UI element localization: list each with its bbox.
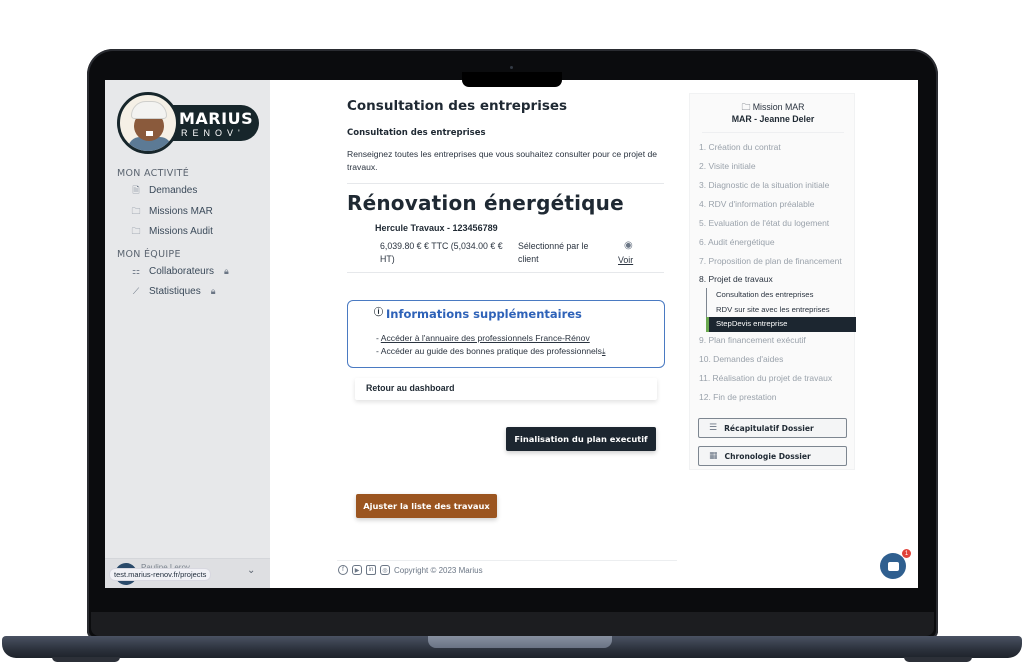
info-title-text: Informations supplémentaires xyxy=(386,307,582,321)
sidebar-item-label: Collaborateurs xyxy=(149,266,215,277)
instagram-icon[interactable]: ◎ xyxy=(380,565,390,575)
info-box: ⓘ Informations supplémentaires - Accéder… xyxy=(347,300,665,368)
back-to-dashboard-button[interactable]: Retour au dashboard xyxy=(355,378,657,400)
camera-icon xyxy=(510,66,513,69)
step-item[interactable]: 7. Proposition de plan de financement xyxy=(699,256,842,266)
sidebar-item-demandes[interactable]: 🗎 Demandes xyxy=(131,184,198,197)
page-title: Consultation des entreprises xyxy=(347,98,568,114)
step-item[interactable]: 6. Audit énergétique xyxy=(699,237,775,247)
summary-button-label: Récapitulatif Dossier xyxy=(724,423,814,433)
section-title: Rénovation énergétique xyxy=(347,191,624,215)
app-screen: MARIUS RENOV' MON ACTIVITÉ 🗎 Demandes 🗀 … xyxy=(105,80,918,588)
sidebar-item-label: Missions Audit xyxy=(149,226,213,237)
step-item[interactable]: 3. Diagnostic de la situation initiale xyxy=(699,180,829,190)
download-icon[interactable]: ⤓ xyxy=(602,347,606,356)
company-name: Hercule Travaux - 123456789 xyxy=(375,223,498,233)
step-item[interactable]: 12. Fin de prestation xyxy=(699,392,777,402)
page-subtitle: Consultation des entreprises xyxy=(347,128,486,138)
footer: f ▶ in ◎ Copyright © 2023 Marius xyxy=(338,565,483,575)
divider xyxy=(347,272,664,273)
footer-divider xyxy=(337,560,677,561)
page-description: Renseignez toutes les entreprises que vo… xyxy=(347,149,658,172)
annuaire-link[interactable]: Accéder à l'annuaire des professionnels … xyxy=(381,333,590,343)
chat-icon xyxy=(887,561,899,571)
substep-item[interactable]: RDV sur site avec les entreprises xyxy=(707,303,856,318)
team-icon: ⚏ xyxy=(131,266,141,276)
step-item[interactable]: 5. Evaluation de l'état du logement xyxy=(699,218,829,228)
notification-badge: 1 xyxy=(902,549,911,558)
timeline-button-label: Chronologie Dossier xyxy=(724,451,811,461)
mascot-helmet xyxy=(131,101,167,119)
info-title: ⓘ Informations supplémentaires xyxy=(374,307,582,321)
view-quote-link[interactable]: Voir xyxy=(618,255,633,265)
step-item[interactable]: 10. Demandes d'aides xyxy=(699,354,783,364)
folder-icon: 🗀 xyxy=(131,225,141,236)
info-line[interactable]: - Accéder au guide des bonnes pratique d… xyxy=(376,346,606,357)
step-item[interactable]: 4. RDV d'information préalable xyxy=(699,199,815,209)
folder-icon: 🗀 xyxy=(131,205,141,216)
info-line: - Accéder à l'annuaire des professionnel… xyxy=(376,333,590,343)
mission-progress-panel: 🗀 Mission MAR MAR - Jeanne Deler 1. Créa… xyxy=(689,93,856,470)
laptop-hinge xyxy=(428,636,612,648)
laptop-bezel xyxy=(91,612,934,636)
substep-item[interactable]: Consultation des entreprises xyxy=(707,288,856,303)
eye-icon[interactable]: ◉ xyxy=(624,240,633,251)
panel-subheader: MAR - Jeanne Deler xyxy=(731,114,815,124)
mascot-teeth xyxy=(146,131,153,136)
beaver-mascot-icon xyxy=(117,92,179,154)
main-content: Consultation des entreprises Consultatio… xyxy=(337,80,677,588)
sidebar: MARIUS RENOV' MON ACTIVITÉ 🗎 Demandes 🗀 … xyxy=(105,80,270,588)
step-item[interactable]: 2. Visite initiale xyxy=(699,161,756,171)
step-item[interactable]: 11. Réalisation du projet de travaux xyxy=(699,373,832,383)
panel-header-text: Mission MAR xyxy=(752,102,805,112)
adjust-works-button[interactable]: Ajuster la liste des travaux xyxy=(356,494,497,518)
divider xyxy=(347,183,664,184)
substep-list: Consultation des entreprises RDV sur sit… xyxy=(706,288,856,332)
quote-price: 6,039.80 € € TTC (5,034.00 € € HT) xyxy=(380,241,503,264)
timeline-button[interactable]: ▦ Chronologie Dossier xyxy=(698,446,847,466)
folder-icon: 🗀 xyxy=(741,102,753,112)
finalize-plan-button[interactable]: Finalisation du plan executif xyxy=(506,427,656,451)
quote-status: Sélectionné par le client xyxy=(518,241,589,264)
linkedin-icon[interactable]: in xyxy=(366,565,376,575)
lock-icon: 🔒︎ xyxy=(224,266,229,276)
chat-button[interactable] xyxy=(880,553,906,579)
sidebar-item-label: Statistiques xyxy=(149,286,201,297)
sidebar-item-statistiques[interactable]: ⟋ Statistiques 🔒︎ xyxy=(131,286,216,297)
list-icon: ☰ xyxy=(709,423,718,433)
laptop-foot xyxy=(52,657,120,662)
divider xyxy=(702,132,844,133)
sidebar-item-missions-audit[interactable]: 🗀 Missions Audit xyxy=(131,225,213,238)
calendar-icon: ▦ xyxy=(709,451,718,461)
brand-name: MARIUS xyxy=(179,109,254,128)
sidebar-item-label: Demandes xyxy=(149,185,198,196)
lock-icon: 🔒︎ xyxy=(210,286,216,296)
sidebar-item-missions-mar[interactable]: 🗀 Missions MAR xyxy=(131,205,213,218)
summary-button[interactable]: ☰ Récapitulatif Dossier xyxy=(698,418,847,438)
user-menu[interactable]: Pauline Leroy test.marius-renov.fr/proje… xyxy=(105,558,270,588)
substep-item-current[interactable]: StepDevis entreprise xyxy=(706,317,856,332)
section-title-activity: MON ACTIVITÉ xyxy=(117,168,190,179)
step-item-active[interactable]: 8. Projet de travaux xyxy=(699,274,773,284)
sidebar-item-collaborateurs[interactable]: ⚏ Collaborateurs 🔒︎ xyxy=(131,266,229,277)
step-item[interactable]: 9. Plan financement exécutif xyxy=(699,335,806,345)
chevron-down-icon[interactable]: ⌄ xyxy=(247,565,255,576)
laptop-foot xyxy=(904,657,972,662)
chart-icon: ⟋ xyxy=(132,286,140,296)
document-icon: 🗎 xyxy=(132,184,140,195)
youtube-icon[interactable]: ▶ xyxy=(352,565,362,575)
camera-notch xyxy=(462,72,562,87)
brand-sub: RENOV' xyxy=(181,128,245,138)
brand-logo[interactable]: MARIUS RENOV' xyxy=(117,92,259,154)
info-icon: ⓘ xyxy=(374,308,384,318)
url-tooltip: test.marius-renov.fr/projects xyxy=(109,568,212,581)
step-item[interactable]: 1. Création du contrat xyxy=(699,142,781,152)
copyright-text: Copyright © 2023 Marius xyxy=(394,565,483,575)
sidebar-item-label: Missions MAR xyxy=(149,206,213,217)
section-title-team: MON ÉQUIPE xyxy=(117,249,181,260)
facebook-icon[interactable]: f xyxy=(338,565,348,575)
guide-text[interactable]: Accéder au guide des bonnes pratique des… xyxy=(381,346,602,356)
